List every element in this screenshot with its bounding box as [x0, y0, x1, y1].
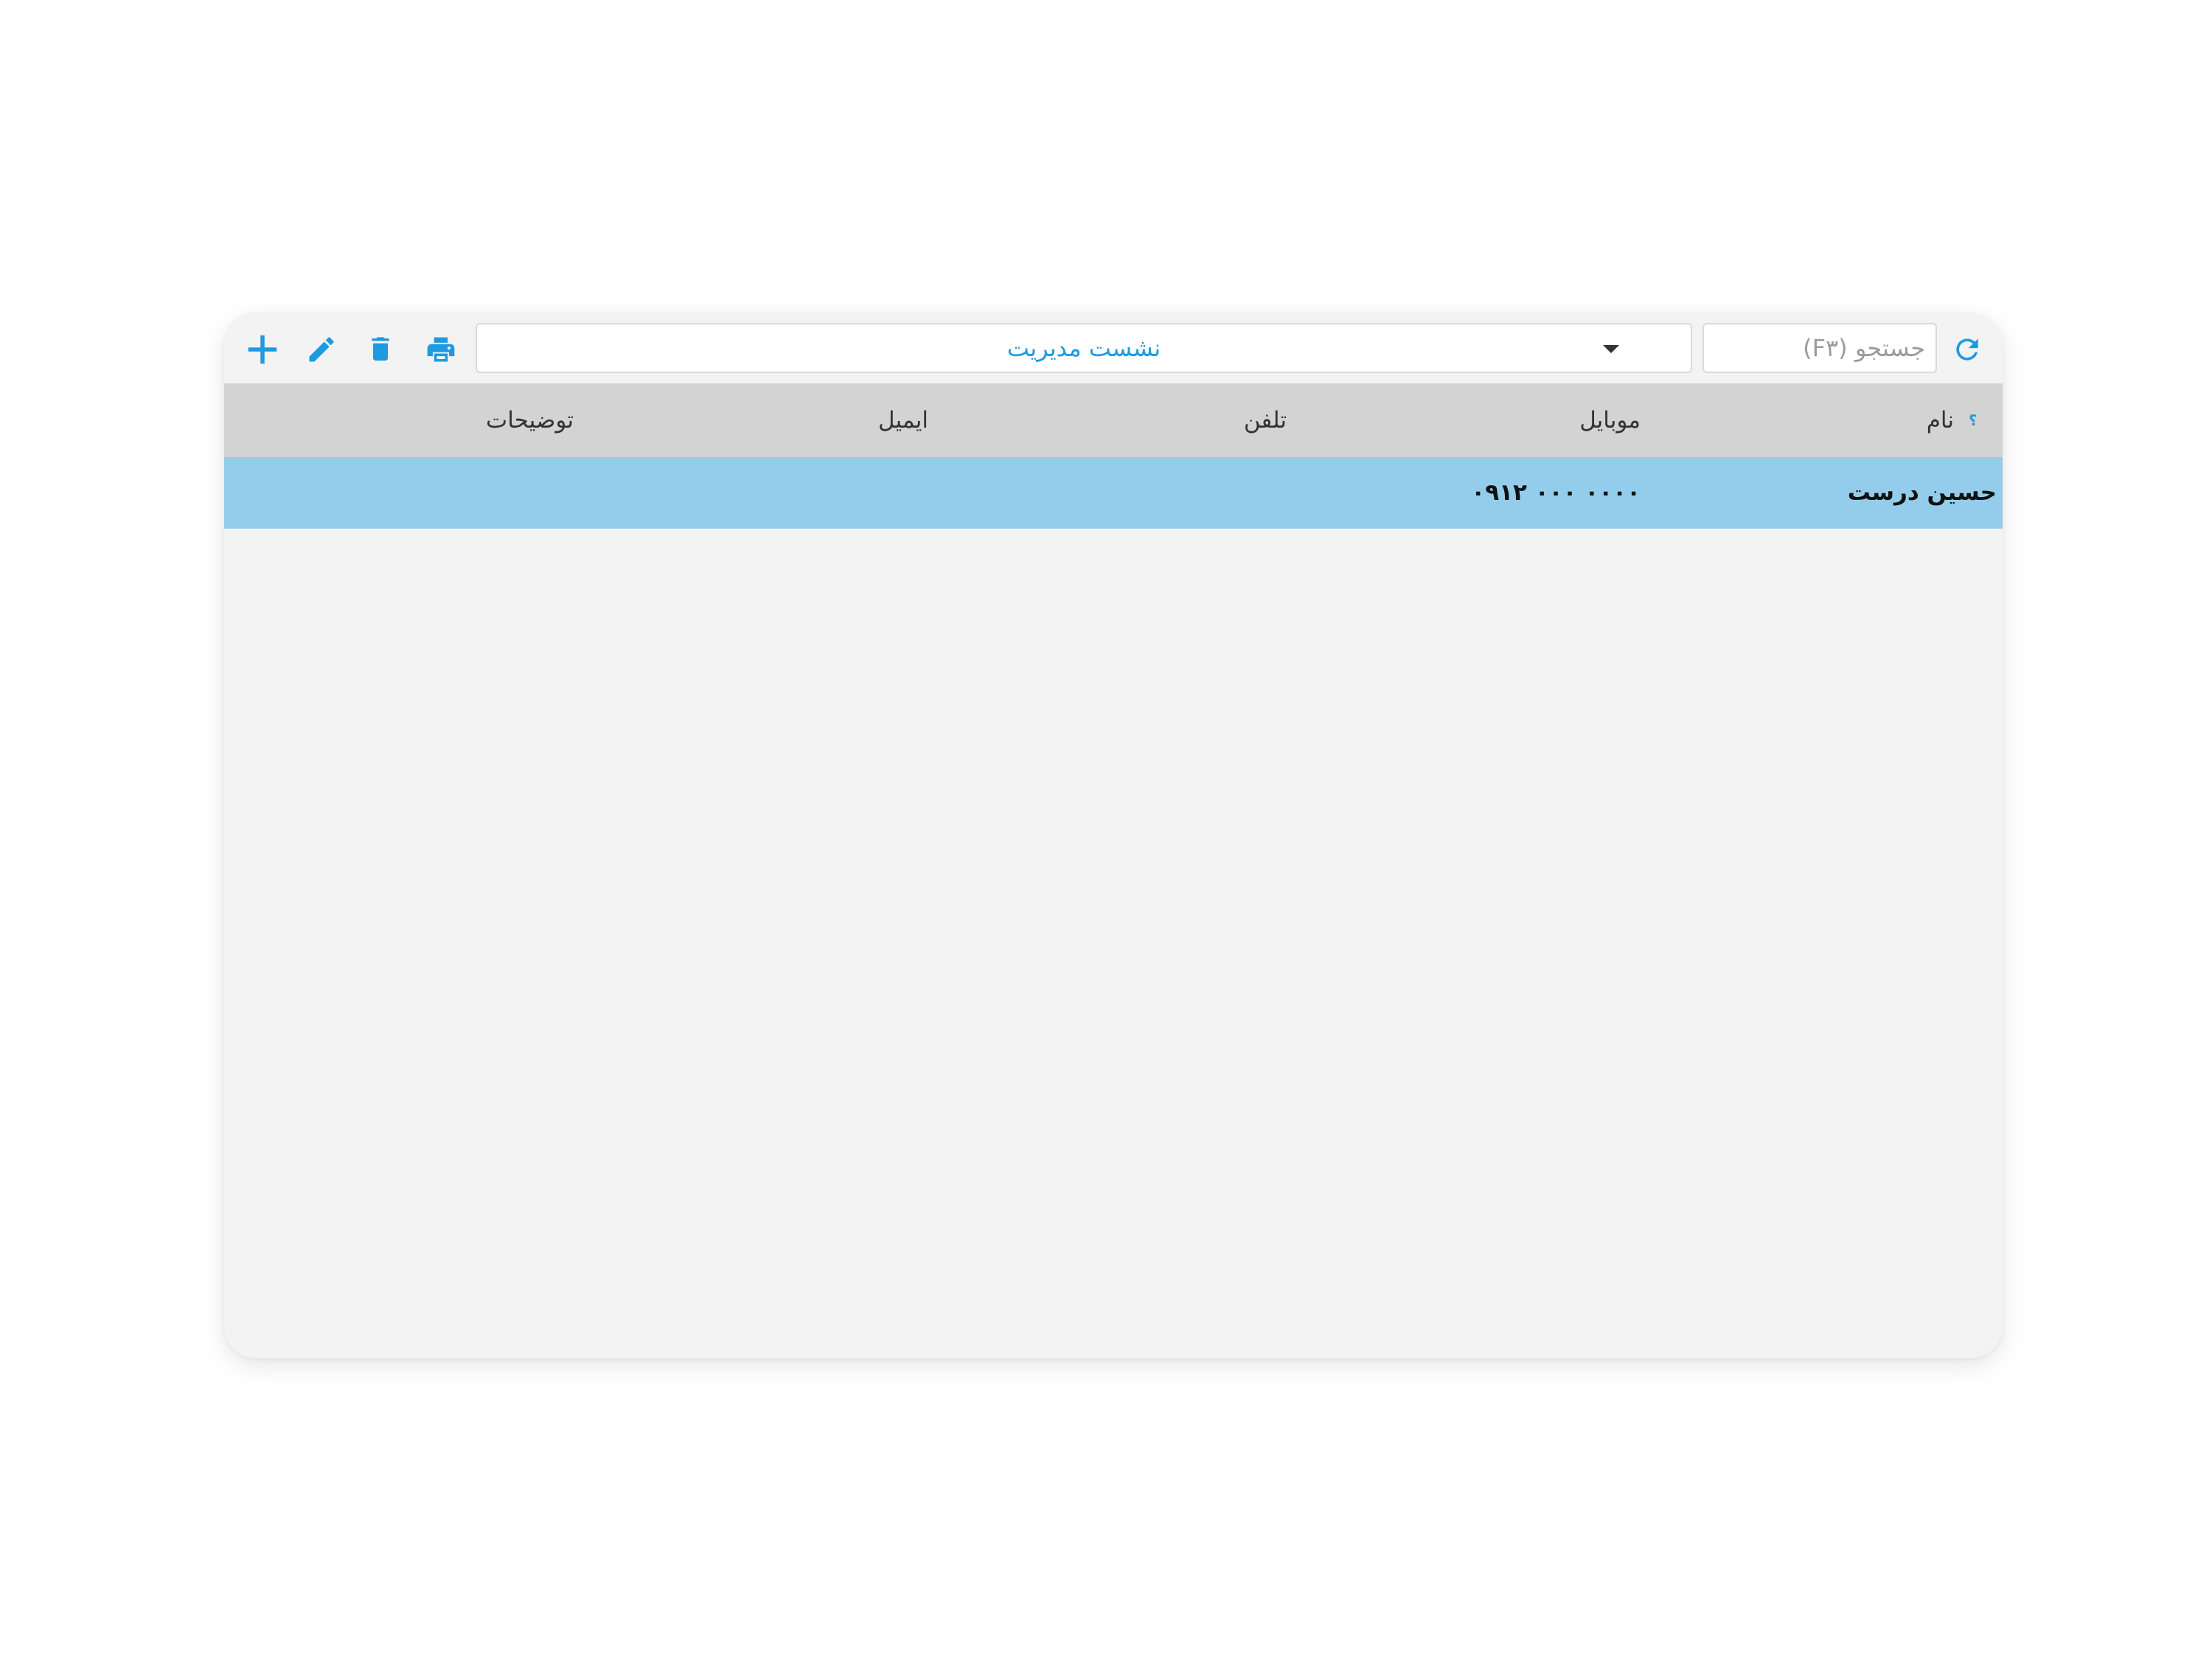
- add-button[interactable]: [239, 326, 286, 373]
- pencil-icon: [309, 337, 334, 362]
- table-row[interactable]: حسین درست ۰۹۱۲ ۰۰۰ ۰۰۰۰: [224, 457, 2003, 529]
- print-icon: [427, 337, 455, 362]
- cell-name: حسین درست: [1847, 479, 1997, 506]
- toolbar: نشست مدیریت: [224, 313, 2003, 383]
- search-input[interactable]: [1703, 323, 1937, 373]
- column-header-mobile[interactable]: موبایل: [1579, 383, 1641, 457]
- print-button[interactable]: [417, 326, 465, 373]
- column-header-notes[interactable]: توضیحات: [486, 383, 574, 457]
- delete-button[interactable]: [357, 326, 404, 373]
- edit-button[interactable]: [298, 326, 345, 373]
- column-header-phone[interactable]: تلفن: [1244, 383, 1287, 457]
- session-select[interactable]: نشست مدیریت: [476, 323, 1692, 373]
- session-select-value: نشست مدیریت: [1006, 334, 1161, 362]
- trash-icon: [372, 337, 389, 361]
- table-header: ؟ نام موبایل تلفن ایمیل توضیحات: [224, 383, 2003, 457]
- sort-indicator-icon[interactable]: ؟: [1969, 383, 1978, 457]
- chevron-down-icon: [1603, 345, 1619, 353]
- column-header-name[interactable]: نام: [1927, 383, 1954, 457]
- column-header-email[interactable]: ایمیل: [878, 383, 928, 457]
- cell-mobile: ۰۹۱۲ ۰۰۰ ۰۰۰۰: [1471, 479, 1641, 506]
- plus-icon: [248, 335, 277, 364]
- table-empty-area: [224, 529, 2003, 1358]
- contacts-panel: نشست مدیریت ؟ نام موبایل تلفن ایمیل توضی…: [224, 313, 2003, 1358]
- refresh-button[interactable]: [1944, 326, 1991, 373]
- refresh-icon: [1956, 338, 1978, 361]
